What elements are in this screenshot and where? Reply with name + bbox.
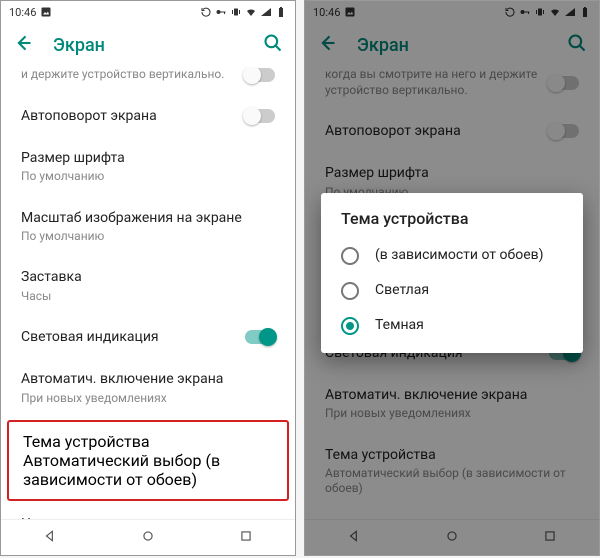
list-item-displayscale[interactable]: Масштаб изображения на экране По умолчан… [1,197,295,257]
nav-home-icon[interactable] [141,528,155,547]
list-item[interactable]: и держите устройство вертикально. [1,67,295,95]
nav-back-icon[interactable] [43,528,57,547]
dialog-title: Тема устройства [321,209,583,238]
status-bar: 10:46 [1,1,295,23]
wifi-icon [245,6,257,18]
signal-icon [260,6,272,18]
list-item-led[interactable]: Световая индикация [1,316,295,358]
list-item-fontsize[interactable]: Размер шрифта По умолчанию [1,137,295,197]
back-icon[interactable] [13,33,33,57]
radio-icon [341,282,359,300]
nav-recent-icon[interactable] [239,528,253,547]
refresh-icon [200,6,212,18]
toggle-switch[interactable] [245,68,275,82]
phone-left: 10:46 Экран и держите устройство вертика… [0,0,296,556]
nav-bar [1,519,295,555]
radio-option-auto[interactable]: (в зависимости от обоев) [321,238,583,273]
picture-icon [40,6,52,18]
settings-list: и держите устройство вертикально. Автопо… [1,67,295,519]
key-icon [215,6,227,18]
radio-icon [341,247,359,265]
radio-option-light[interactable]: Светлая [321,273,583,308]
radio-icon [341,317,359,335]
battery-icon [275,6,287,18]
phone-right: 10:46 Экран когда вы смотрите на него и … [304,0,600,556]
search-icon[interactable] [263,33,283,57]
radio-option-dark[interactable]: Темная [321,308,583,343]
toggle-switch[interactable] [245,330,275,344]
status-time: 10:46 [9,6,36,19]
app-bar: Экран [1,23,295,67]
toggle-switch[interactable] [245,109,275,123]
list-item-color[interactable]: Цвет экрана [1,503,295,519]
list-item-screensaver[interactable]: Заставка Часы [1,256,295,316]
list-item-theme-highlighted[interactable]: Тема устройства Автоматический выбор (в … [7,420,289,501]
page-title: Экран [53,35,243,56]
list-item-ambient[interactable]: Автоматич. включение экрана При новых ув… [1,358,295,418]
vibrate-icon [230,6,242,18]
theme-dialog: Тема устройства (в зависимости от обоев)… [321,193,583,353]
list-item-autorotate[interactable]: Автоповорот экрана [1,95,295,137]
